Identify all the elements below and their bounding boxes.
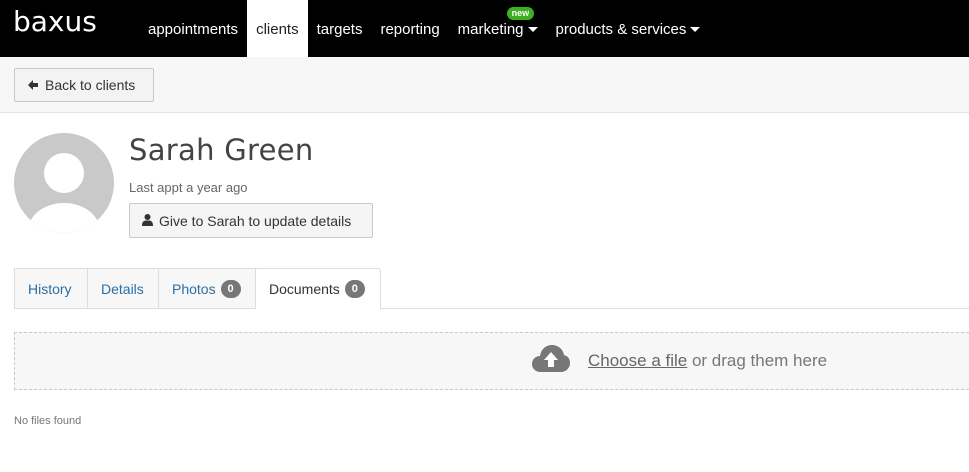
back-to-clients-label: Back to clients (45, 77, 136, 93)
nav-appointments[interactable]: appointments (139, 0, 247, 57)
user-icon (142, 213, 153, 229)
main-nav: appointments clients targets reporting m… (139, 0, 709, 57)
back-to-clients-button[interactable]: Back to clients (14, 68, 154, 102)
nav-clients-label: clients (256, 21, 299, 38)
nav-marketing-label: marketing (457, 21, 524, 38)
empty-state-text: No files found (14, 415, 82, 427)
nav-reporting[interactable]: reporting (371, 0, 448, 57)
dropzone-content: Choose a file or drag them here (531, 343, 827, 378)
top-navbar: baxus appointments clients targets repor… (0, 0, 969, 57)
nav-products-services-label: products & services (555, 21, 687, 38)
nav-reporting-label: reporting (380, 21, 440, 38)
caret-down-icon (527, 27, 538, 32)
tab-details-label: Details (101, 280, 144, 297)
tab-documents[interactable]: Documents 0 (255, 268, 381, 309)
file-dropzone[interactable]: Choose a file or drag them here (14, 332, 969, 390)
tab-details[interactable]: Details (88, 268, 159, 308)
documents-count-badge: 0 (344, 280, 365, 298)
avatar (14, 133, 114, 233)
last-appointment-text: Last appt a year ago (129, 180, 248, 195)
nav-targets[interactable]: targets (308, 0, 372, 57)
client-tabs: History Details Photos 0 Documents 0 (14, 268, 969, 309)
update-details-label: Give to Sarah to update details (159, 212, 352, 229)
photos-count-badge: 0 (220, 279, 241, 298)
drag-files-text: or drag them here (687, 350, 828, 370)
tab-history[interactable]: History (14, 268, 88, 308)
client-name: Sarah Green (129, 133, 314, 167)
new-badge: new (506, 7, 535, 20)
caret-down-icon (690, 27, 701, 32)
brand-logo[interactable]: baxus (13, 5, 97, 38)
update-details-button[interactable]: Give to Sarah to update details (129, 203, 373, 238)
tab-photos[interactable]: Photos 0 (159, 268, 256, 308)
user-placeholder-icon (14, 133, 114, 233)
nav-clients[interactable]: clients (247, 0, 308, 57)
action-bar: Back to clients (0, 57, 969, 113)
tab-photos-label: Photos (172, 280, 216, 297)
nav-products-services[interactable]: products & services (547, 0, 710, 57)
nav-appointments-label: appointments (148, 21, 239, 38)
tab-history-label: History (28, 280, 72, 297)
nav-marketing[interactable]: marketing new (449, 0, 547, 57)
tab-documents-label: Documents (269, 281, 340, 297)
choose-file-link[interactable]: Choose a file (588, 351, 687, 370)
arrow-left-icon (27, 79, 39, 91)
cloud-upload-icon (531, 343, 571, 378)
dropzone-text: Choose a file or drag them here (588, 351, 827, 371)
nav-targets-label: targets (316, 21, 363, 38)
